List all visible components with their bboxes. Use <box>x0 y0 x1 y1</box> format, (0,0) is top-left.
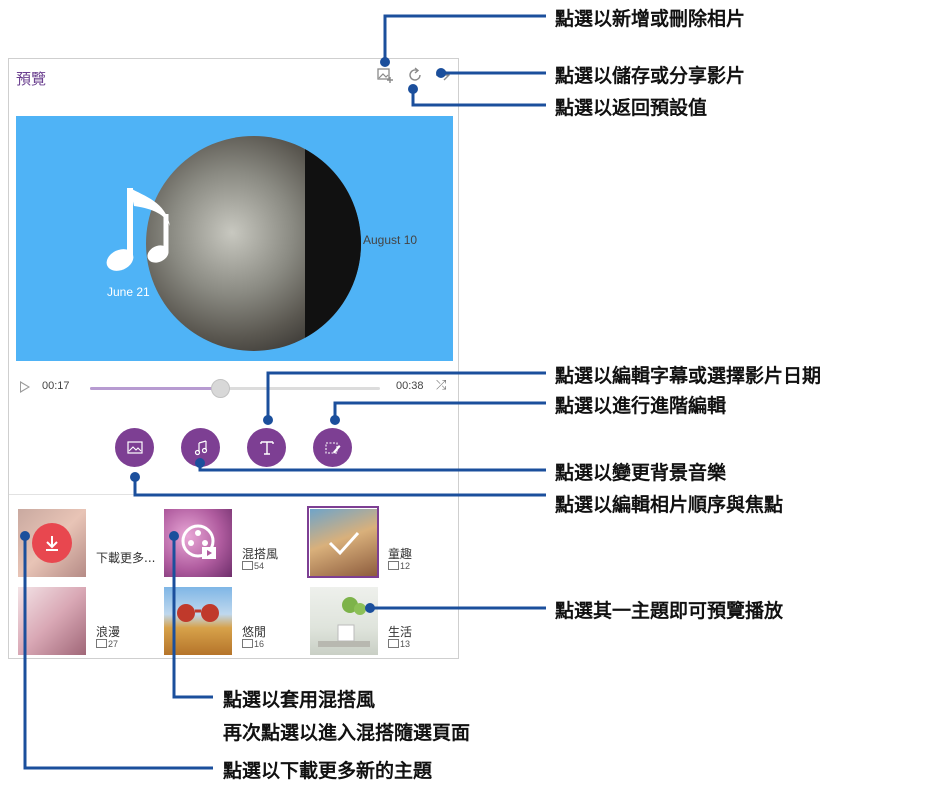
callout-lines <box>20 14 546 770</box>
callout-mix-line1: 點選以套用混搭風 <box>223 689 376 711</box>
callout-music: 點選以變更背景音樂 <box>555 462 727 484</box>
callout-download: 點選以下載更多新的主題 <box>223 760 433 782</box>
callout-order-focus: 點選以編輯相片順序與焦點 <box>555 494 784 516</box>
callout-caption-date: 點選以編輯字幕或選擇影片日期 <box>555 365 822 387</box>
callout-advanced: 點選以進行進階編輯 <box>555 395 727 417</box>
callout-save-share: 點選以儲存或分享影片 <box>555 65 746 87</box>
callout-reset: 點選以返回預設值 <box>555 97 708 119</box>
callout-theme-preview: 點選其一主題即可預覽播放 <box>555 600 784 622</box>
callout-mix-line2: 再次點選以進入混搭隨選頁面 <box>223 722 471 744</box>
callout-add-delete: 點選以新增或刪除相片 <box>555 8 746 30</box>
